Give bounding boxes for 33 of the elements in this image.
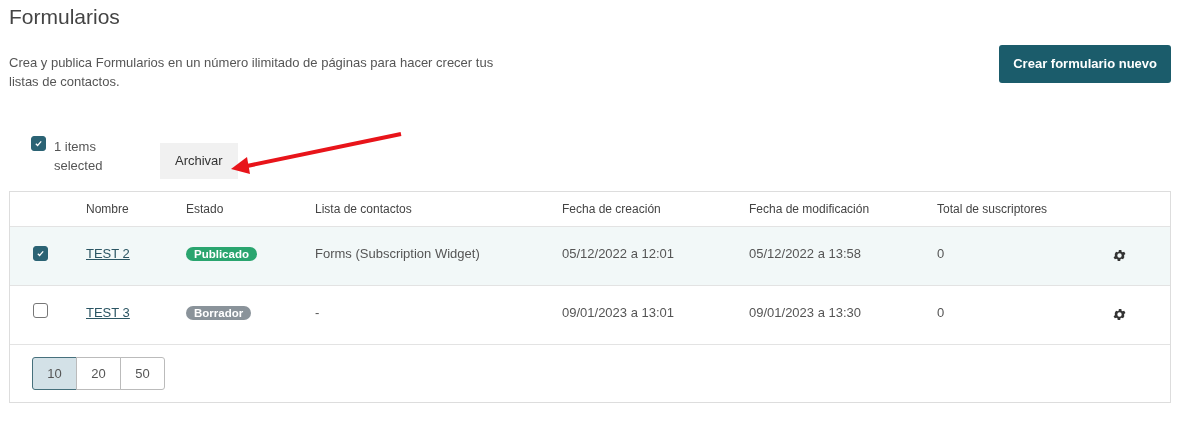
table-cell: 05/12/2022 a 13:58 <box>749 246 862 262</box>
status-badge: Borrador <box>186 306 252 321</box>
check-icon <box>34 139 43 149</box>
table-cell: 0 <box>937 246 945 262</box>
table-cell: 09/01/2023 a 13:01 <box>562 305 675 321</box>
checkbox[interactable] <box>33 246 48 262</box>
table-cell: 05/12/2022 a 12:01 <box>562 246 675 262</box>
create-form-button[interactable]: Crear formulario nuevo <box>999 45 1171 83</box>
column-header: Fecha de creación <box>562 201 661 216</box>
table-cell: 09/01/2023 a 13:30 <box>749 305 862 321</box>
status-badge: Publicado <box>186 247 257 262</box>
column-header: Total de suscriptores <box>937 201 1048 216</box>
page-size-button[interactable]: 10 <box>32 357 77 391</box>
form-name-link[interactable]: TEST 3 <box>86 305 130 321</box>
settings-icon[interactable] <box>1112 248 1127 264</box>
table-cell: - <box>315 305 320 321</box>
column-header: Nombre <box>86 201 129 216</box>
selection-count: 1 items selected <box>54 137 104 175</box>
table-cell: 0 <box>937 305 945 321</box>
page-title: Formularios <box>9 4 121 30</box>
column-header: Estado <box>186 201 224 216</box>
form-name-link[interactable]: TEST 2 <box>86 246 130 262</box>
settings-icon[interactable] <box>1112 307 1127 323</box>
checkbox[interactable] <box>33 303 48 319</box>
archive-button[interactable]: Archivar <box>160 143 238 179</box>
page-size-button[interactable]: 50 <box>120 357 165 391</box>
checkbox[interactable] <box>31 136 46 152</box>
column-header: Lista de contactos <box>315 201 412 216</box>
check-icon <box>36 249 45 259</box>
table-cell: Forms (Subscription Widget) <box>315 246 480 262</box>
column-header: Fecha de modificación <box>749 201 870 216</box>
page-size-button[interactable]: 20 <box>76 357 121 391</box>
page-description: Crea y publica Formularios en un número ilimitado de páginas para hacer crecer tus listas de contactos. <box>9 54 495 92</box>
